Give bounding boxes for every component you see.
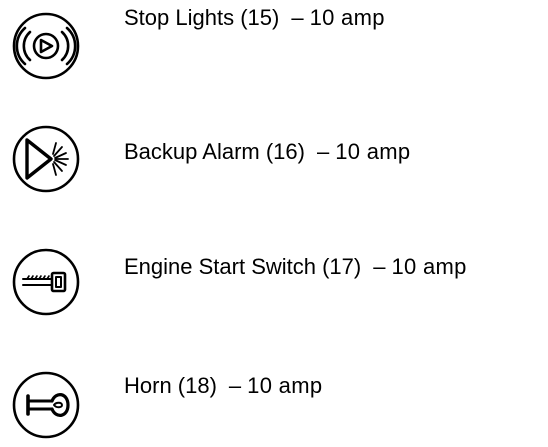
- fuse-name: Horn (18): [124, 373, 217, 398]
- fuse-label: Backup Alarm (16) –10 amp: [124, 139, 410, 165]
- fuse-dash: –: [228, 373, 242, 398]
- key-switch-icon: [10, 246, 82, 318]
- fuse-item-stop-lights: Stop Lights (15) –10 amp: [0, 0, 548, 80]
- fuse-item-engine-start-switch: Engine Start Switch (17) –10 amp: [0, 233, 548, 316]
- fuse-label: Stop Lights (15) –10 amp: [124, 5, 385, 31]
- fuse-dash: –: [291, 5, 304, 30]
- fuse-rating: 10 amp: [335, 139, 411, 164]
- fuse-rating: 10 amp: [391, 254, 467, 279]
- fuse-label: Horn (18) –10 amp: [124, 373, 322, 399]
- fuse-label: Engine Start Switch (17) –10 amp: [124, 254, 467, 280]
- fuse-item-backup-alarm: Backup Alarm (16) –10 amp: [0, 118, 548, 198]
- horn-icon: [10, 369, 82, 441]
- fuse-name: Stop Lights (15): [124, 5, 280, 30]
- fuse-name: Backup Alarm (16): [124, 139, 305, 164]
- fuse-rating: 10 amp: [309, 5, 385, 30]
- fuse-name: Engine Start Switch (17): [124, 254, 362, 279]
- stop-lights-icon: [10, 10, 82, 82]
- backup-alarm-icon: [10, 123, 82, 195]
- fuse-rating: 10 amp: [247, 373, 323, 398]
- fuse-item-horn: Horn (18) –10 amp: [0, 352, 548, 439]
- fuse-dash: –: [316, 139, 330, 164]
- fuse-dash: –: [373, 254, 386, 279]
